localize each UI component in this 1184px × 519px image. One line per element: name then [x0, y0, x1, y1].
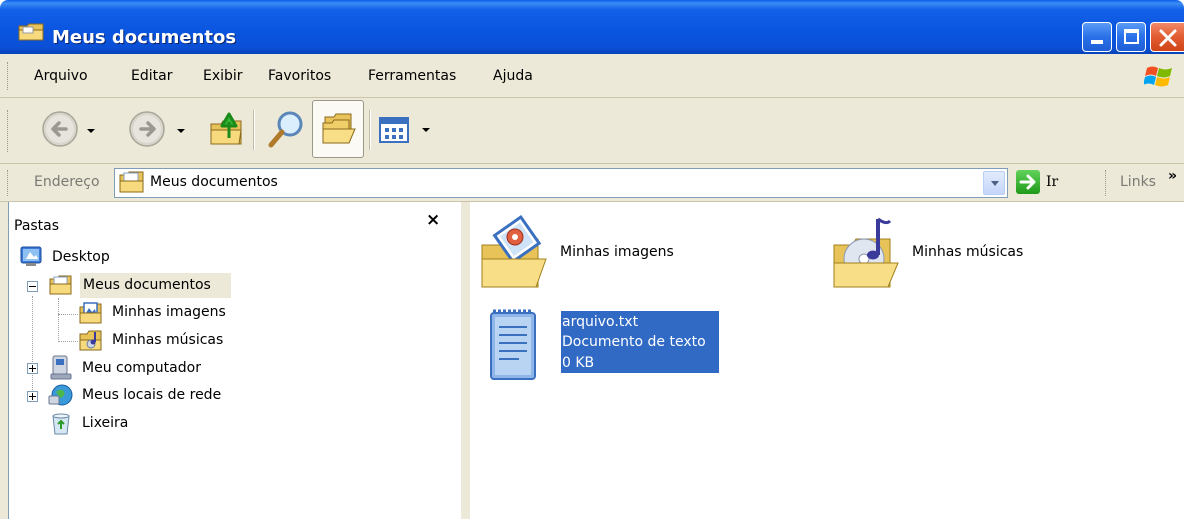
menu-ajuda-label: Ajuda: [493, 68, 533, 84]
tree-line: [58, 314, 78, 315]
toolbar-separator: [253, 110, 255, 150]
address-dropdown-button[interactable]: [983, 171, 1005, 195]
back-dropdown-icon[interactable]: [87, 129, 95, 133]
minimize-icon: [1091, 40, 1103, 44]
my-music-icon: [79, 328, 103, 352]
windows-logo-icon: [1144, 62, 1174, 92]
my-computer-icon: [49, 355, 73, 381]
up-button[interactable]: [207, 108, 247, 150]
go-arrow-icon: [1019, 174, 1036, 190]
tree-line: [32, 296, 33, 396]
views-icon: [379, 117, 409, 143]
item-minhas-musicas-label[interactable]: Minhas músicas: [912, 244, 1023, 260]
my-documents-tree-icon: [49, 274, 73, 296]
views-button[interactable]: [379, 116, 409, 144]
expand-icon[interactable]: [27, 363, 38, 374]
menu-favoritos[interactable]: Favoritos: [268, 68, 331, 84]
folders-pane-title: Pastas: [14, 218, 60, 234]
forward-button[interactable]: [127, 109, 167, 149]
close-icon: [1159, 29, 1177, 47]
desktop-icon: [20, 246, 42, 268]
address-grip[interactable]: [7, 170, 10, 196]
window-left-border: [0, 202, 9, 519]
maximize-button[interactable]: [1116, 22, 1146, 52]
tree-line: [58, 341, 78, 342]
go-label[interactable]: Ir: [1046, 174, 1058, 190]
menu-grip[interactable]: [7, 62, 10, 90]
back-button[interactable]: [40, 109, 80, 149]
recycle-bin-icon: [50, 412, 72, 436]
folder-icon: [18, 22, 44, 42]
menu-arquivo-label: Arquivo: [34, 68, 88, 84]
search-button[interactable]: [266, 108, 308, 150]
folders-pane-close-icon[interactable]: ×: [426, 210, 440, 230]
menu-bar: [0, 54, 1184, 98]
address-label: Endereço: [34, 174, 100, 190]
collapse-icon[interactable]: [27, 281, 38, 292]
tree-item-meus-documentos[interactable]: Meus documentos: [83, 277, 211, 293]
tree-item-desktop[interactable]: Desktop: [52, 249, 110, 265]
menu-ferramentas-label: Ferramentas: [368, 68, 457, 84]
my-pictures-icon: [79, 301, 103, 325]
menu-editar-label: Editar: [131, 68, 173, 84]
views-dropdown-icon[interactable]: [422, 128, 430, 132]
maximize-icon: [1124, 29, 1139, 44]
expand-icon[interactable]: [27, 391, 38, 402]
menu-exibir[interactable]: Exibir: [203, 68, 243, 84]
my-documents-icon: [119, 170, 145, 194]
address-value: Meus documentos: [150, 174, 278, 190]
forward-dropdown-icon[interactable]: [177, 129, 185, 133]
item-arquivo-txt-label[interactable]: arquivo.txt: [562, 314, 638, 330]
go-button[interactable]: [1016, 170, 1040, 194]
up-folder-icon: [210, 112, 242, 145]
tree-item-meus-locais-de-rede[interactable]: Meus locais de rede: [82, 387, 221, 403]
folders-button[interactable]: [312, 100, 364, 158]
pictures-folder-icon[interactable]: [478, 215, 550, 291]
title-bar[interactable]: Meus documentos: [0, 0, 1184, 54]
tree-item-meu-computador[interactable]: Meu computador: [82, 360, 201, 376]
close-button[interactable]: [1150, 22, 1184, 52]
links-grip[interactable]: [1105, 170, 1108, 196]
tree-item-minhas-musicas[interactable]: Minhas músicas: [112, 332, 223, 348]
text-document-icon[interactable]: [487, 307, 541, 383]
toolbar-separator-2: [369, 110, 371, 150]
tree-item-minhas-imagens[interactable]: Minhas imagens: [112, 304, 226, 320]
minimize-button[interactable]: [1082, 22, 1112, 52]
window-title: Meus documentos: [52, 27, 237, 48]
menu-editar[interactable]: Editar: [131, 68, 172, 84]
item-minhas-imagens-label[interactable]: Minhas imagens: [560, 244, 674, 260]
menu-exibir-label: Exibir: [203, 68, 243, 84]
menu-ajuda[interactable]: Ajuda: [493, 68, 533, 84]
tree-item-lixeira[interactable]: Lixeira: [82, 415, 128, 431]
music-folder-icon[interactable]: [830, 215, 902, 291]
search-icon: [268, 111, 303, 148]
network-places-icon: [48, 382, 74, 408]
menu-arquivo[interactable]: Arquivo: [34, 68, 88, 84]
back-icon: [42, 111, 78, 147]
tree-line: [58, 298, 59, 342]
toolbar-grip[interactable]: [7, 110, 10, 152]
menu-ferramentas[interactable]: Ferramentas: [368, 68, 456, 84]
folders-icon: [322, 113, 356, 144]
links-label[interactable]: Links: [1120, 174, 1156, 190]
folders-pane-header: [9, 202, 461, 242]
item-arquivo-size: 0 KB: [562, 355, 595, 371]
menu-favoritos-label: Favoritos: [268, 68, 332, 84]
item-arquivo-type: Documento de texto: [562, 334, 706, 350]
forward-icon: [129, 111, 165, 147]
pane-splitter[interactable]: [461, 202, 470, 519]
links-chevron[interactable]: »: [1168, 168, 1177, 184]
